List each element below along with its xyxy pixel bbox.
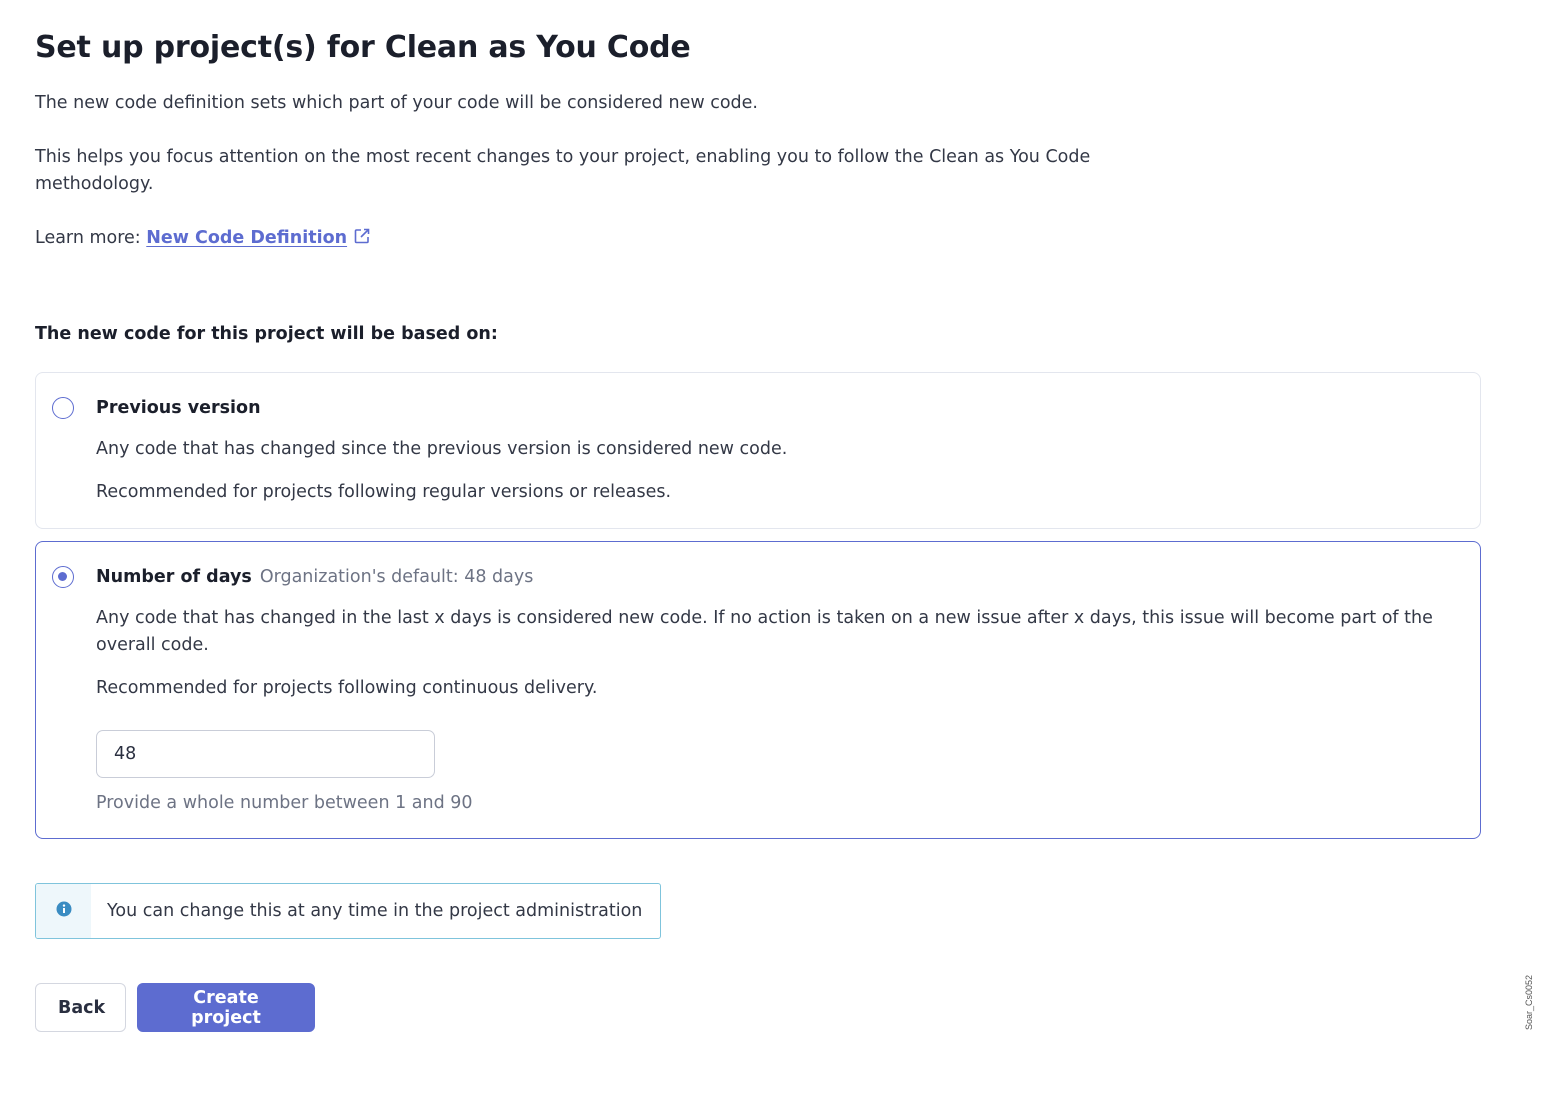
days-input[interactable]: [96, 730, 435, 778]
page: Set up project(s) for Clean as You Code …: [35, 28, 1481, 1032]
info-text: You can change this at any time in the p…: [107, 901, 643, 921]
page-title: Set up project(s) for Clean as You Code: [35, 30, 691, 65]
intro-paragraph-2: This helps you focus attention on the mo…: [35, 147, 1091, 194]
radio-previous-version[interactable]: [52, 397, 74, 419]
info-icon-container: [36, 884, 91, 938]
option-recommendation: Recommended for projects following regul…: [96, 482, 672, 502]
days-helper-text: Provide a whole number between 1 and 90: [96, 793, 473, 813]
radio-number-of-days[interactable]: [52, 566, 74, 588]
option-description: Any code that has changed since the prev…: [96, 439, 788, 459]
back-button[interactable]: Back: [35, 983, 126, 1032]
learn-more: Learn more: New Code Definition: [35, 225, 1481, 254]
option-number-of-days[interactable]: Number of days Organization's default: 48…: [35, 541, 1481, 839]
new-code-definition-link[interactable]: New Code Definition: [146, 228, 371, 248]
organization-default-label: Organization's default: 48 days: [259, 567, 534, 587]
option-title: Number of days: [96, 567, 252, 587]
action-buttons: Back Create project: [35, 983, 1481, 1032]
external-link-icon: [353, 227, 371, 254]
option-recommendation: Recommended for projects following conti…: [96, 678, 598, 698]
option-title-row: Number of days Organization's default: 48…: [96, 562, 1460, 592]
new-code-definition-link-label: New Code Definition: [146, 228, 348, 248]
learn-more-prefix: Learn more:: [35, 228, 147, 248]
new-code-section-label: The new code for this project will be ba…: [35, 324, 498, 344]
watermark-label: Soar_Cs0052: [1524, 974, 1534, 1030]
info-message: You can change this at any time in the p…: [35, 883, 662, 939]
option-title: Previous version: [96, 398, 261, 418]
option-previous-version[interactable]: Previous version Any code that has chang…: [35, 372, 1481, 529]
intro-paragraph-1: The new code definition sets which part …: [35, 93, 758, 113]
option-description: Any code that has changed in the last x …: [96, 608, 1433, 655]
info-icon: [56, 901, 72, 921]
create-project-button[interactable]: Create project: [137, 983, 315, 1032]
